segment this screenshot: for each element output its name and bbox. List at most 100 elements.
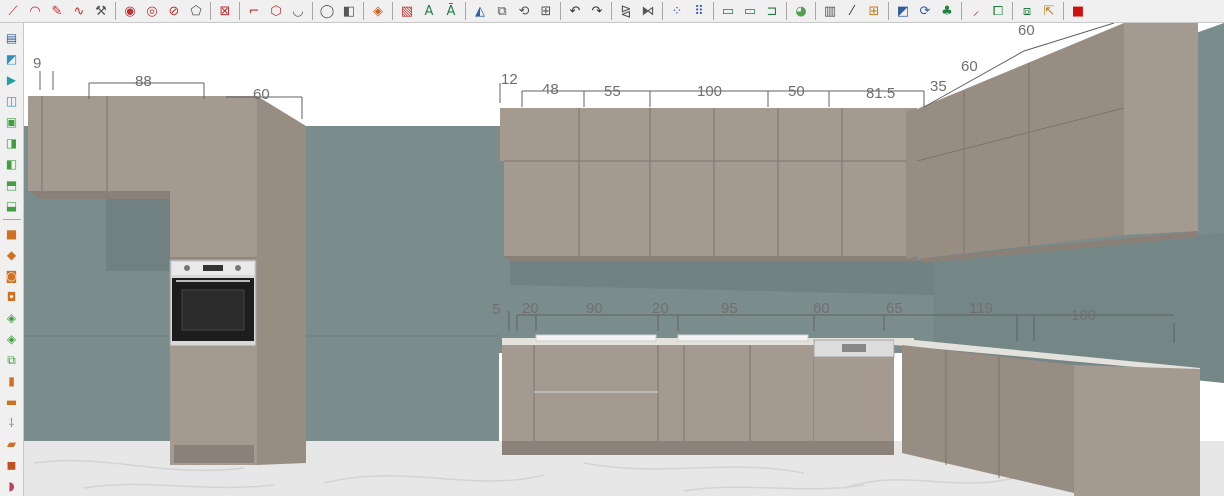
extrude-icon[interactable]: ◧ xyxy=(340,2,358,20)
oven-knob-right xyxy=(235,265,241,271)
dim-label: 90 xyxy=(586,300,603,317)
curve-draw-icon[interactable]: ∿ xyxy=(70,2,88,20)
dim-label: 100 xyxy=(1071,307,1096,324)
mirror-copy-icon[interactable]: ⧑ xyxy=(639,2,657,20)
cabinet-corner-icon[interactable]: ◙ xyxy=(4,268,20,284)
rotate-copy-icon[interactable]: ⟲ xyxy=(515,2,533,20)
view-left-icon[interactable]: ◨ xyxy=(4,135,20,151)
upper-cabinets-right-top xyxy=(500,108,916,161)
polygon-vertex-icon[interactable]: ⬡ xyxy=(267,2,285,20)
circle-cut-icon[interactable]: ⊘ xyxy=(165,2,183,20)
kitchen-scene: 9 88 60 12 48 55 100 50 81.5 35 60 60 5 … xyxy=(24,23,1224,496)
wand-icon[interactable]: ⁄ xyxy=(843,2,861,20)
3d-viewport[interactable]: 9 88 60 12 48 55 100 50 81.5 35 60 60 5 … xyxy=(24,23,1224,496)
handle-icon[interactable]: ⸸ xyxy=(4,415,20,431)
oven-display xyxy=(203,265,223,271)
cabinet-wall-icon[interactable]: ◘ xyxy=(4,289,20,305)
dim-label: 81.5 xyxy=(866,85,895,102)
arc-draw-icon[interactable]: ◠ xyxy=(26,2,44,20)
line-draw-icon[interactable]: ⟋ xyxy=(4,2,22,20)
dim-label: 65 xyxy=(886,300,903,317)
cabinet-stack-icon[interactable]: ◆ xyxy=(4,247,20,263)
lasso-icon[interactable]: ◡ xyxy=(289,2,307,20)
hatch-icon[interactable]: ▧ xyxy=(398,2,416,20)
text-dimension-icon[interactable]: Ā xyxy=(442,2,460,20)
drawer-icon[interactable]: ▬ xyxy=(4,394,20,410)
upper-cabinet-left-bottom xyxy=(28,191,170,199)
toolbar-separator xyxy=(392,2,393,20)
shape-edit-icon[interactable]: ⬠ xyxy=(187,2,205,20)
view-iso-icon[interactable]: ◩ xyxy=(4,51,20,67)
layer-icon[interactable]: ◭ xyxy=(471,2,489,20)
mirror-icon[interactable]: ⧎ xyxy=(617,2,635,20)
rect-arrow-icon[interactable]: ⊐ xyxy=(763,2,781,20)
base-plinth-back xyxy=(502,441,894,455)
rect-vertex-icon[interactable]: ⌐ xyxy=(245,2,263,20)
view-persp-icon[interactable]: ⬒ xyxy=(4,177,20,193)
text-a-icon[interactable]: A xyxy=(420,2,438,20)
toolbar-separator xyxy=(465,2,466,20)
left-toolbar: ▤ ◩ ▶ ◫ ▣ ◨ ◧ ⬒ ⬓ ■ ◆ ◙ ◘ ◈ ◈ ⧉ ▮ ▬ ⸸ ▰ ◼ ◗ xyxy=(0,23,24,496)
upper-cabinets-right-main xyxy=(504,161,916,256)
upper-cabinet-left-body xyxy=(28,96,170,191)
circle-edit-icon[interactable]: ◎ xyxy=(143,2,161,20)
tall-cabinet-side xyxy=(257,96,306,465)
circle-target-icon[interactable]: ◉ xyxy=(121,2,139,20)
export-icon[interactable]: ⇱ xyxy=(1040,2,1058,20)
dim-label: 35 xyxy=(930,78,947,95)
dim-label: 55 xyxy=(604,83,621,100)
rect-outline-icon[interactable]: ▭ xyxy=(719,2,737,20)
import-icon[interactable]: ⧠ xyxy=(989,2,1007,20)
dim-label: 100 xyxy=(697,83,722,100)
upper-cabinets-right-bottom xyxy=(504,256,916,261)
render-sphere-icon[interactable]: ◕ xyxy=(792,2,810,20)
view-side-icon[interactable]: ◫ xyxy=(4,93,20,109)
dim-label: 60 xyxy=(813,300,830,317)
dishwasher-door xyxy=(814,357,894,441)
select-grid-icon[interactable]: ⠿ xyxy=(690,2,708,20)
shelf-icon[interactable]: ◈ xyxy=(4,331,20,347)
copy-icon[interactable]: ⧉ xyxy=(493,2,511,20)
door-icon[interactable]: ▮ xyxy=(4,373,20,389)
chart-bar-icon[interactable]: ▥ xyxy=(821,2,839,20)
toolbar-separator xyxy=(888,2,889,20)
select-points-icon[interactable]: ⁘ xyxy=(668,2,686,20)
accessory-icon[interactable]: ◗ xyxy=(4,478,20,494)
paint-icon[interactable]: ◈ xyxy=(369,2,387,20)
upper-right-end-panel xyxy=(906,108,917,259)
tree-icon[interactable]: ♣ xyxy=(938,2,956,20)
redo-icon[interactable]: ↷ xyxy=(588,2,606,20)
view-right-icon[interactable]: ◧ xyxy=(4,156,20,172)
rect-thin-icon[interactable]: ▭ xyxy=(741,2,759,20)
cabinet-base-icon[interactable]: ■ xyxy=(4,226,20,242)
view-front-icon[interactable]: ▶ xyxy=(4,72,20,88)
knife-icon[interactable]: ⸝ xyxy=(967,2,985,20)
undo-icon[interactable]: ↶ xyxy=(566,2,584,20)
toolbar-separator xyxy=(115,2,116,20)
appliance-icon[interactable]: ◼ xyxy=(4,457,20,473)
array-icon[interactable]: ⊞ xyxy=(537,2,555,20)
toolbar-separator xyxy=(560,2,561,20)
zoom-reset-icon[interactable]: ⟳ xyxy=(916,2,934,20)
multi-panel-icon[interactable]: ⧉ xyxy=(4,352,20,368)
view-back-icon[interactable]: ▣ xyxy=(4,114,20,130)
plinth-icon[interactable]: ▰ xyxy=(4,436,20,452)
toolbar-separator xyxy=(210,2,211,20)
gradient-icon[interactable]: ◩ xyxy=(894,2,912,20)
dim-label: 20 xyxy=(522,300,539,317)
measure-icon[interactable]: ⊞ xyxy=(865,2,883,20)
box-select-icon[interactable]: ⊠ xyxy=(216,2,234,20)
panel-icon[interactable]: ◈ xyxy=(4,310,20,326)
orbit-icon[interactable]: ◯ xyxy=(318,2,336,20)
dim-label: 5 xyxy=(492,301,500,318)
hammer-icon[interactable]: ⚒ xyxy=(92,2,110,20)
view-camera-icon[interactable]: ⬓ xyxy=(4,198,20,214)
sink-left xyxy=(535,334,657,342)
stop-record-icon[interactable]: ■ xyxy=(1069,2,1087,20)
view-top-icon[interactable]: ▤ xyxy=(4,30,20,46)
pencil-draw-icon[interactable]: ✎ xyxy=(48,2,66,20)
window-icon[interactable]: ⧈ xyxy=(1018,2,1036,20)
dim-label: 119 xyxy=(969,300,993,317)
dishwasher-display xyxy=(842,344,866,352)
toolbar-separator xyxy=(713,2,714,20)
